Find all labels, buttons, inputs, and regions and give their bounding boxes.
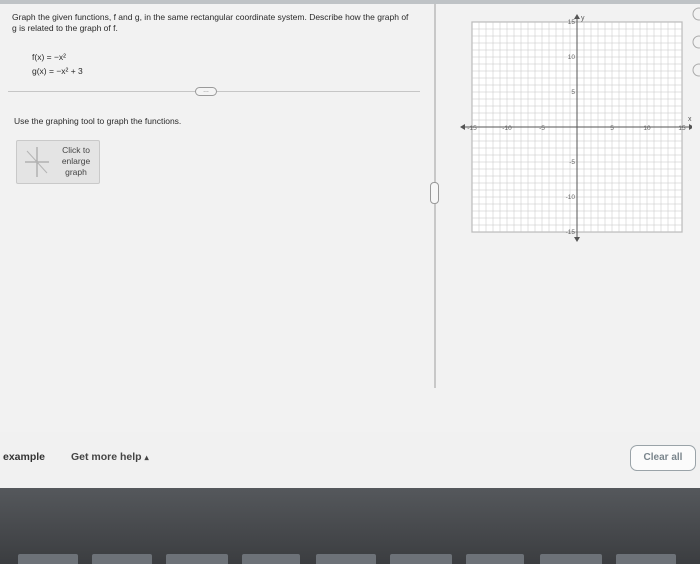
pane-resize-handle[interactable]: [430, 182, 439, 204]
y-tick-label: -5: [569, 159, 575, 166]
enlarge-label-line2: enlarge: [61, 156, 91, 166]
y-tick-label: 5: [571, 89, 575, 96]
taskbar-tab[interactable]: [18, 554, 78, 564]
y-axis-down-arrow-icon: [574, 237, 580, 242]
example-link[interactable]: example: [3, 451, 45, 463]
x-axis-left-arrow-icon: [460, 124, 465, 130]
enlarge-label-line1: Click to: [62, 145, 90, 155]
get-more-help-button[interactable]: Get more help ▴: [71, 451, 149, 463]
x-tick-label: 15: [678, 125, 686, 132]
graph-thumbnail-icon: [25, 147, 49, 177]
side-tool-2-icon[interactable]: [692, 35, 700, 49]
x-tick-label: -10: [502, 125, 512, 132]
enlarge-graph-button[interactable]: Click to enlarge graph: [16, 140, 100, 184]
y-axis-label: y: [581, 15, 585, 22]
taskbar-tabs: [0, 554, 700, 564]
taskbar-tab[interactable]: [242, 554, 300, 564]
x-axis-label: x: [688, 116, 692, 123]
taskbar-tab[interactable]: [390, 554, 452, 564]
f-function: f(x) = −x²: [32, 52, 67, 62]
more-button[interactable]: …: [195, 87, 217, 96]
instruction-text: Use the graphing tool to graph the funct…: [14, 116, 182, 126]
g-function: g(x) = −x² + 3: [32, 66, 83, 76]
x-tick-label: 5: [610, 125, 614, 132]
side-tool-1-icon[interactable]: [692, 7, 700, 21]
y-tick-label: 15: [568, 19, 576, 26]
enlarge-label: Click to enlarge graph: [55, 145, 97, 178]
question-text: Graph the given functions, f and g, in t…: [12, 12, 409, 33]
x-tick-label: 10: [643, 125, 651, 132]
clear-all-button[interactable]: Clear all: [630, 445, 696, 471]
get-more-help-label: Get more help: [71, 451, 142, 463]
taskbar-tab[interactable]: [466, 554, 524, 564]
x-axis-right-arrow-icon: [689, 124, 692, 130]
taskbar-tab[interactable]: [166, 554, 228, 564]
x-tick-label: -5: [539, 125, 545, 132]
taskbar-tab[interactable]: [616, 554, 676, 564]
bottom-bar: example Get more help ▴ Clear all: [0, 432, 700, 488]
y-tick-label: 10: [568, 54, 576, 61]
taskbar-tab[interactable]: [316, 554, 376, 564]
question-page: Graph the given functions, f and g, in t…: [0, 4, 700, 432]
background-area: [0, 488, 700, 564]
enlarge-label-line3: graph: [65, 167, 87, 177]
y-tick-label: -10: [566, 194, 576, 201]
taskbar-tab[interactable]: [540, 554, 602, 564]
side-tool-3-icon[interactable]: [692, 63, 700, 77]
y-tick-label: -15: [566, 229, 576, 236]
function-definitions: f(x) = −x² g(x) = −x² + 3: [32, 50, 83, 78]
taskbar-tab[interactable]: [92, 554, 152, 564]
coordinate-graph[interactable]: x y -15 -10 -5 5 10 15 15 10 5 -5 -10 -15: [452, 14, 692, 254]
caret-up-icon: ▴: [144, 453, 149, 462]
x-tick-label: -15: [467, 125, 477, 132]
question-pane: Graph the given functions, f and g, in t…: [0, 4, 432, 432]
